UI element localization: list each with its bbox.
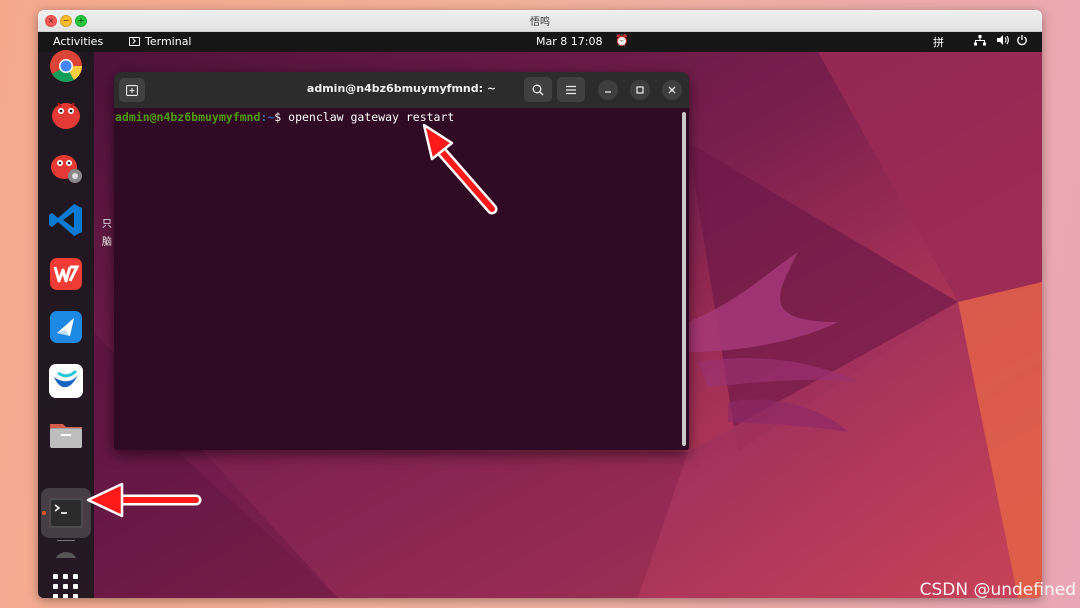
feishu-icon[interactable] [48, 309, 84, 345]
gnome-top-bar: Activities Terminal Mar 8 17:08 ⏰ 拼 [38, 32, 1042, 52]
app-menu-label: Terminal [145, 35, 192, 48]
clock[interactable]: Mar 8 17:08 [536, 35, 602, 48]
menu-icon [566, 85, 576, 94]
prompt-user: admin@n4bz6bmuymyfmnd [115, 110, 261, 124]
terminal-header-bar[interactable]: admin@n4bz6bmuymyfmnd: ~ [114, 72, 689, 108]
minimize-button[interactable] [598, 80, 618, 100]
running-indicator [42, 511, 46, 515]
trash-icon[interactable] [48, 548, 84, 558]
mac-titlebar: × − + 悟鸣 [38, 10, 1042, 32]
activities-button[interactable]: Activities [53, 35, 103, 48]
terminal-icon [129, 37, 140, 46]
annotation-arrow-dock [86, 482, 202, 518]
terminal-dock-icon[interactable] [48, 495, 84, 531]
app-menu-terminal[interactable]: Terminal [129, 35, 192, 48]
desktop-partial-label-2: 脑 [102, 237, 112, 248]
lark-docs-icon[interactable] [48, 363, 84, 399]
bug-settings-icon[interactable] [48, 149, 84, 185]
show-apps-button[interactable] [53, 574, 79, 598]
input-method-indicator[interactable]: 拼 [933, 34, 944, 50]
terminal-scrollbar[interactable] [682, 112, 686, 446]
vscode-icon[interactable] [48, 202, 84, 238]
alarm-icon[interactable]: ⏰ [615, 34, 629, 47]
dock-separator [57, 540, 75, 541]
watermark: CSDN @undefined [919, 580, 1076, 600]
hamburger-menu-button[interactable] [557, 77, 585, 102]
desktop-partial-label-1: 只 [102, 219, 112, 230]
annotation-arrow-command [422, 123, 498, 215]
chrome-icon[interactable] [48, 48, 84, 84]
wps-office-icon[interactable] [48, 256, 84, 292]
screenshot-root: { "mac_window": { "title": "悟鸣" }, "topb… [0, 0, 1080, 608]
mac-window-title: 悟鸣 [530, 17, 550, 28]
network-icon[interactable] [974, 35, 986, 49]
prompt-symbol: $ [274, 110, 282, 124]
close-button[interactable] [662, 80, 682, 100]
bug-app-icon[interactable] [48, 96, 84, 132]
files-icon[interactable] [48, 416, 84, 452]
power-icon[interactable] [1016, 34, 1028, 49]
search-button[interactable] [524, 77, 552, 102]
volume-icon[interactable] [996, 34, 1009, 49]
maximize-button[interactable] [630, 80, 650, 100]
search-icon [532, 84, 544, 95]
